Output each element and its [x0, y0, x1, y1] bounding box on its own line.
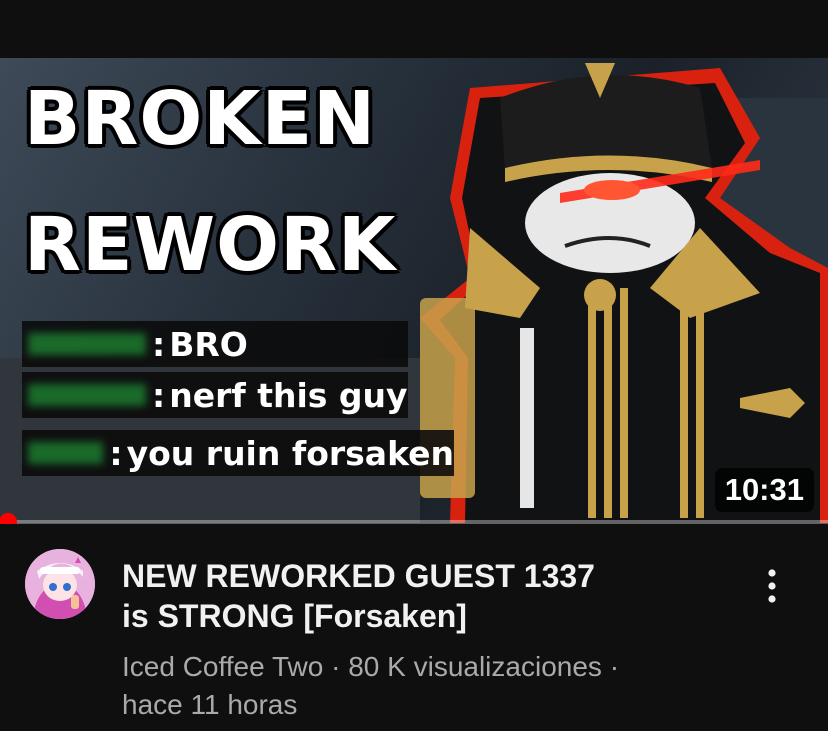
view-count: 80 K visualizaciones: [348, 651, 602, 682]
chat-separator: :: [152, 324, 166, 364]
thumbnail-title-line-1: BROKEN: [24, 76, 377, 162]
channel-avatar[interactable]: [25, 549, 95, 619]
thumbnail-title-line-2: REWORK: [24, 202, 397, 288]
thumbnail-chat-line: : BRO: [22, 321, 408, 367]
top-spacer: [0, 0, 828, 58]
chat-separator: :: [152, 375, 166, 415]
video-thumbnail[interactable]: BROKEN REWORK : BRO : nerf this guy : yo…: [0, 58, 828, 523]
meta-separator: ·: [609, 651, 620, 682]
duration-badge: 10:31: [714, 468, 814, 512]
video-info-row: NEW REWORKED GUEST 1337 is STRONG [Forsa…: [0, 524, 828, 731]
meta-separator: ·: [331, 651, 341, 682]
channel-name[interactable]: Iced Coffee Two: [122, 651, 323, 682]
video-title-line-2: is STRONG [Forsaken]: [122, 598, 467, 634]
video-metadata: Iced Coffee Two · 80 K visualizaciones ·…: [122, 648, 742, 724]
chat-message: BRO: [169, 324, 248, 364]
more-options-button[interactable]: [752, 558, 792, 614]
blurred-username: [28, 384, 146, 406]
thumbnail-chat-line: : nerf this guy: [22, 372, 408, 418]
upload-age: hace 11 horas: [122, 689, 298, 720]
more-vertical-icon: [768, 569, 776, 603]
chat-message: you ruin forsaken: [126, 433, 454, 473]
video-title[interactable]: NEW REWORKED GUEST 1337 is STRONG [Forsa…: [122, 556, 732, 636]
anime-character-avatar-icon: [25, 549, 95, 619]
thumbnail-chat-line: : you ruin forsaken: [22, 430, 454, 476]
blurred-username: [28, 442, 104, 464]
blurred-username: [28, 333, 146, 355]
chat-separator: :: [109, 433, 123, 473]
chat-message: nerf this guy: [169, 375, 408, 415]
video-title-line-1: NEW REWORKED GUEST 1337: [122, 558, 595, 594]
metadata-line-1: Iced Coffee Two · 80 K visualizaciones ·: [122, 648, 742, 686]
